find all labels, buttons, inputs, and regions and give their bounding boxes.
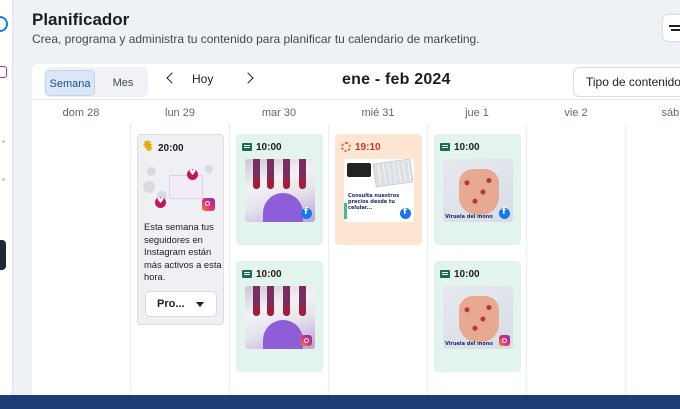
calendar-toolbar: Semana Mes Hoy ene - feb 2024 Tipo de co… [32,64,680,100]
week-view-button[interactable]: Semana [45,70,95,96]
bottom-bar [0,395,680,409]
page-subtitle: Crea, programa y administra tu contenido… [32,32,480,46]
column-divider [526,124,527,399]
day-header-thu: jue 1 [465,107,489,119]
facebook-icon [400,207,411,219]
scheduled-post-card[interactable]: 10:00 [236,261,323,372]
post-time: 10:00 [454,269,480,280]
processing-post-card[interactable]: 19:10 Consulta nuestros precios desde tu… [335,134,422,245]
date-range-label: ene - feb 2024 [342,71,451,88]
day-header-fri: vie 2 [564,107,588,119]
filter-icon [669,25,680,27]
day-header-sat: sáb 3 [661,107,680,119]
post-thumbnail: Viruela del mono [443,286,513,349]
post-thumbnail [245,286,315,349]
tip-time: 20:00 [158,143,184,154]
best-time-tip-card[interactable]: 20:00 Esta semana tus seguidores en Inst… [137,134,224,325]
nav-dot-icon [2,140,5,143]
nav-dot-icon [2,178,5,181]
day-header-sun: dom 28 [62,107,100,119]
active-nav-item[interactable] [0,240,6,270]
scheduled-post-card[interactable]: 10:00 Viruela del mono [434,261,521,372]
post-time: 10:00 [454,142,480,153]
facebook-icon [301,207,312,219]
post-thumbnail: Consulta nuestros precios desde tu celul… [344,159,414,222]
instagram-icon[interactable] [0,66,7,78]
left-nav-rail [0,0,13,409]
thumbnail-caption: Consulta nuestros precios desde tu celul… [348,193,400,211]
column-divider [229,124,230,399]
meta-logo-icon[interactable] [0,16,8,32]
today-button[interactable]: Hoy [192,72,213,86]
engagement-illustration [143,163,217,213]
day-header-mon: lun 29 [165,107,195,119]
month-view-button[interactable]: Mes [100,70,146,96]
post-time: 10:00 [256,269,282,280]
view-switcher: Semana Mes [44,67,148,97]
day-header-tue: mar 30 [261,107,297,119]
post-thumbnail: Viruela del mono [443,159,513,222]
scheduled-post-card[interactable]: 10:00 Viruela del mono [434,134,521,245]
caret-down-icon [196,302,204,307]
tip-text: Esta semana tus seguidores en Instagram … [144,221,222,282]
post-time: 10:00 [256,142,282,153]
thumbnail-caption: Viruela del mono [445,214,493,220]
content-type-dropdown[interactable]: Tipo de contenido [573,67,680,97]
chevron-right-icon[interactable] [242,72,254,84]
instagram-icon [301,335,312,346]
column-divider [130,124,131,399]
thumbnail-caption: Viruela del mono [445,341,493,347]
page-title: Planificador [32,10,130,29]
chevron-left-icon[interactable] [166,72,178,84]
filter-button[interactable] [662,14,680,42]
instagram-icon [202,198,215,211]
calendar-panel: Semana Mes Hoy ene - feb 2024 Tipo de co… [32,64,680,399]
post-thumbnail [245,159,315,222]
column-divider [328,124,329,399]
facebook-icon [499,207,510,219]
day-header-wed: mié 31 [361,107,395,119]
post-time: 19:10 [355,142,381,153]
scheduled-post-card[interactable]: 10:00 [236,134,323,245]
instagram-icon [499,335,510,346]
column-divider [427,124,428,399]
schedule-button-label: Pro... [157,298,185,310]
column-divider [625,124,626,399]
schedule-post-dropdown[interactable]: Pro... [145,291,217,317]
